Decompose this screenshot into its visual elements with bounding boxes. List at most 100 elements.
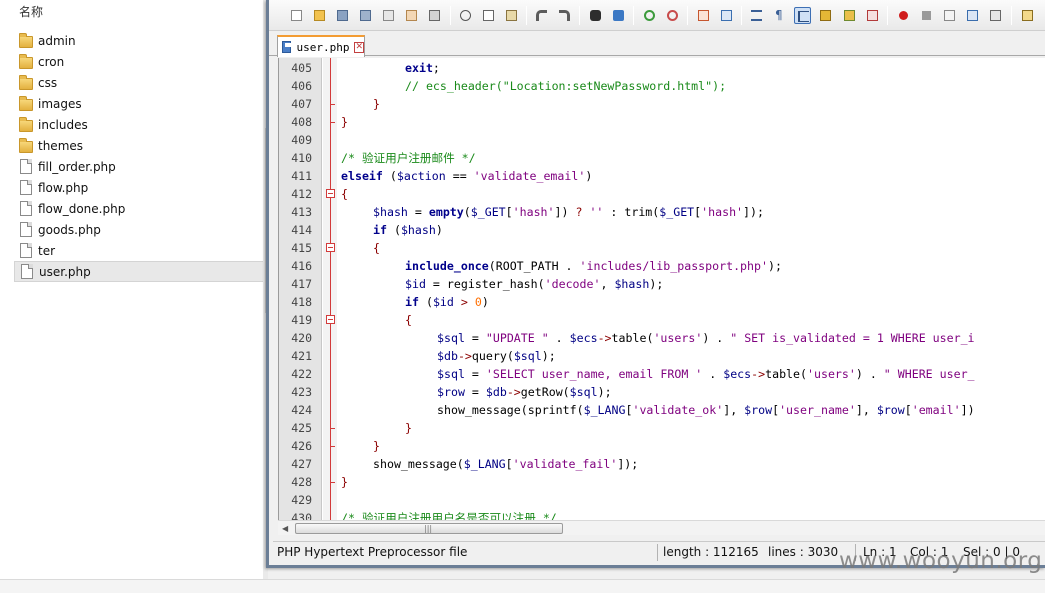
line-number: 413 bbox=[291, 205, 312, 219]
code-token: ); bbox=[541, 349, 556, 363]
save-icon[interactable] bbox=[334, 7, 351, 24]
sync-horizontal-icon[interactable] bbox=[718, 7, 735, 24]
close-tab-icon[interactable]: ✕ bbox=[354, 41, 364, 53]
run-icon[interactable] bbox=[1019, 7, 1036, 24]
toolbar: ¶ bbox=[269, 0, 1045, 31]
cut-icon[interactable] bbox=[457, 7, 474, 24]
code-token: 'includes/lib_passport.php' bbox=[579, 259, 768, 273]
line-source: if ($hash) bbox=[373, 221, 443, 239]
new-file-icon[interactable] bbox=[288, 7, 305, 24]
open-file-icon[interactable] bbox=[311, 7, 328, 24]
status-file-type: PHP Hypertext Preprocessor file bbox=[277, 545, 468, 559]
toolbar-separator bbox=[687, 6, 688, 25]
file-icon bbox=[20, 243, 32, 258]
code-line: 411 elseif ($action == 'validate_email') bbox=[279, 167, 1045, 185]
horizontal-scrollbar-thumb[interactable]: ||| bbox=[295, 523, 563, 534]
toolbar-separator bbox=[579, 6, 580, 25]
file-item[interactable]: flow.php bbox=[14, 177, 268, 198]
folder-item[interactable]: admin bbox=[14, 30, 268, 51]
copy-icon[interactable] bbox=[480, 7, 497, 24]
line-source: /* 验证用户注册用户名是否可以注册 */ bbox=[341, 509, 557, 520]
word-wrap-icon[interactable] bbox=[748, 7, 765, 24]
line-number: 408 bbox=[291, 115, 312, 129]
line-source: include_once(ROOT_PATH . 'includes/lib_p… bbox=[405, 257, 782, 275]
close-icon[interactable] bbox=[380, 7, 397, 24]
code-token: (ROOT_PATH . bbox=[488, 259, 580, 273]
code-token: ]) bbox=[960, 403, 975, 417]
replace-icon[interactable] bbox=[610, 7, 627, 24]
save-macro-icon[interactable] bbox=[987, 7, 1004, 24]
code-token: 'validate_ok' bbox=[632, 403, 724, 417]
stop-recording-icon[interactable] bbox=[918, 7, 935, 24]
indent-guide-icon[interactable] bbox=[794, 7, 811, 24]
folder-item[interactable]: css bbox=[14, 72, 268, 93]
code-line: 415 { bbox=[279, 239, 1045, 257]
code-token: { bbox=[405, 313, 412, 327]
paste-icon[interactable] bbox=[503, 7, 520, 24]
scroll-left-arrow-icon[interactable]: ◀ bbox=[282, 524, 288, 533]
code-token: . bbox=[702, 367, 724, 381]
show-all-characters-icon[interactable]: ¶ bbox=[771, 7, 788, 24]
code-token: $id bbox=[405, 277, 426, 291]
code-editor[interactable]: 405 exit; 406 // ecs_header("Location:setNe… bbox=[278, 58, 1045, 520]
find-icon[interactable] bbox=[587, 7, 604, 24]
code-token: include_once bbox=[405, 259, 489, 273]
print-icon[interactable] bbox=[426, 7, 443, 24]
folder-item[interactable]: themes bbox=[14, 135, 268, 156]
code-token: empty bbox=[428, 205, 464, 219]
toolbar-separator bbox=[887, 6, 888, 25]
item-label: images bbox=[38, 96, 82, 111]
zoom-in-icon[interactable] bbox=[641, 7, 658, 24]
horizontal-scrollbar[interactable]: ◀ ||| bbox=[278, 520, 1045, 535]
folder-icon bbox=[19, 32, 33, 48]
code-token: -> bbox=[751, 367, 766, 381]
code-token: $ecs bbox=[723, 367, 752, 381]
line-source: } bbox=[341, 113, 348, 131]
sync-vertical-icon[interactable] bbox=[695, 7, 712, 24]
file-item[interactable]: user.php bbox=[14, 261, 268, 282]
file-item[interactable]: flow_done.php bbox=[14, 198, 268, 219]
zoom-out-icon[interactable] bbox=[664, 7, 681, 24]
file-icon bbox=[21, 264, 33, 279]
user-defined-language-icon[interactable] bbox=[817, 7, 834, 24]
line-source: { bbox=[405, 311, 412, 329]
line-number: 406 bbox=[291, 79, 312, 93]
code-token: $sql bbox=[437, 367, 465, 381]
code-token: $_LANG bbox=[583, 403, 626, 417]
run-macro-multiple-icon[interactable] bbox=[964, 7, 981, 24]
code-token: ); bbox=[597, 385, 612, 399]
close-all-icon[interactable] bbox=[403, 7, 420, 24]
file-item[interactable]: fill_order.php bbox=[14, 156, 268, 177]
undo-icon[interactable] bbox=[533, 7, 550, 24]
file-list: admin cron css images includes themes fill_ord… bbox=[14, 30, 268, 282]
code-line: 413 $hash = empty($_GET['hash']) ? '' : t… bbox=[279, 203, 1045, 221]
redo-icon[interactable] bbox=[556, 7, 573, 24]
tab-user-php[interactable]: user.php ✕ bbox=[277, 35, 365, 57]
function-list-icon[interactable] bbox=[864, 7, 881, 24]
line-source: } bbox=[373, 437, 380, 455]
folder-item[interactable]: images bbox=[14, 93, 268, 114]
item-label: includes bbox=[38, 117, 88, 132]
line-number: 429 bbox=[291, 493, 312, 507]
code-token: ( bbox=[418, 295, 433, 309]
name-column-header[interactable]: 名称 bbox=[19, 3, 43, 20]
folder-icon bbox=[19, 74, 33, 90]
code-token: 'hash' bbox=[512, 205, 555, 219]
code-token: [ bbox=[505, 457, 513, 471]
code-token: 'users' bbox=[653, 331, 703, 345]
code-line: 421 $db->query($sql); bbox=[279, 347, 1045, 365]
save-all-icon[interactable] bbox=[357, 7, 374, 24]
file-item[interactable]: ter bbox=[14, 240, 268, 261]
document-map-icon[interactable] bbox=[841, 7, 858, 24]
folder-item[interactable]: cron bbox=[14, 51, 268, 72]
line-number: 405 bbox=[291, 61, 312, 75]
playback-macro-icon[interactable] bbox=[941, 7, 958, 24]
code-token: 'validate_fail' bbox=[512, 457, 618, 471]
file-item[interactable]: goods.php bbox=[14, 219, 268, 240]
line-source: } bbox=[341, 473, 348, 491]
record-macro-icon[interactable] bbox=[895, 7, 912, 24]
line-number: 430 bbox=[291, 511, 312, 520]
saved-file-icon bbox=[282, 41, 292, 53]
folder-item[interactable]: includes bbox=[14, 114, 268, 135]
